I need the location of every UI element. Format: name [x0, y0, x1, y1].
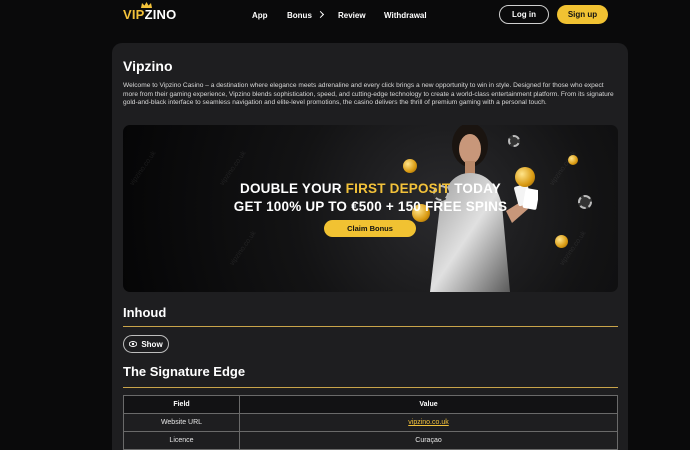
intro-paragraph: Welcome to Vipzino Casino – a destinatio… — [123, 82, 614, 107]
main-content-card: Vipzino Welcome to Vipzino Casino – a de… — [112, 43, 628, 450]
nav-app-label: App — [252, 11, 268, 20]
logo-text-zino: ZINO — [144, 7, 177, 22]
crown-icon — [141, 2, 152, 8]
nav-review[interactable]: Review — [338, 11, 366, 20]
nav-withdrawal-label: Withdrawal — [384, 11, 427, 20]
table-header-value: Value — [239, 395, 618, 414]
table-header-field: Field — [123, 395, 240, 414]
website-url-link[interactable]: vipzino.co.uk — [408, 419, 448, 426]
promo-banner[interactable]: vipzino.co.uk vipzino.co.uk vipzino.co.u… — [123, 125, 618, 292]
section-divider — [123, 326, 618, 327]
page-title: Vipzino — [123, 58, 173, 74]
table-row: Website URL vipzino.co.uk — [123, 413, 618, 432]
chevron-right-icon — [316, 10, 324, 19]
coin-graphic — [568, 155, 578, 165]
banner-headline: DOUBLE YOUR FIRST DEPOSIT TODAY — [123, 181, 618, 196]
signup-button[interactable]: Sign up — [557, 5, 608, 24]
banner-headline-part: TODAY — [450, 181, 501, 196]
eye-icon — [129, 341, 138, 347]
section-heading: The Signature Edge — [123, 364, 246, 379]
coin-graphic — [403, 159, 417, 173]
toc-heading: Inhoud — [123, 305, 167, 320]
show-toc-button[interactable]: Show — [123, 335, 169, 353]
site-header: VIPZINO App Bonus Review Withdrawal Log … — [0, 0, 690, 34]
site-logo[interactable]: VIPZINO — [123, 2, 177, 22]
logo-text-vip: VIP — [123, 7, 145, 22]
watermark-text: vipzino.co.uk — [228, 229, 258, 268]
info-table: Field Value Website URL vipzino.co.uk Li… — [123, 395, 618, 450]
table-cell-field: Website URL — [123, 413, 240, 432]
nav-bonus[interactable]: Bonus — [287, 10, 324, 20]
table-cell-value: Curaçao — [239, 431, 618, 450]
show-toc-label: Show — [141, 339, 163, 349]
nav-review-label: Review — [338, 11, 366, 20]
banner-headline-part: DOUBLE YOUR — [240, 181, 346, 196]
claim-bonus-button[interactable]: Claim Bonus — [324, 220, 416, 237]
banner-offer-details: 100% UP TO €500 + 150 FREE SPINS — [266, 199, 508, 214]
login-button[interactable]: Log in — [499, 5, 549, 24]
coin-graphic — [555, 235, 568, 248]
table-header-row: Field Value — [123, 395, 618, 414]
table-cell-field: Licence — [123, 431, 240, 450]
banner-offer: GET 100% UP TO €500 + 150 FREE SPINS — [123, 199, 618, 214]
banner-headline-highlight: FIRST DEPOSIT — [345, 181, 451, 196]
banner-offer-part: GET — [233, 199, 267, 214]
casino-chip-graphic — [508, 135, 520, 147]
table-cell-value: vipzino.co.uk — [239, 413, 618, 432]
table-row: Licence Curaçao — [123, 431, 618, 450]
nav-withdrawal[interactable]: Withdrawal — [384, 11, 427, 20]
section-divider — [123, 387, 618, 388]
nav-bonus-label: Bonus — [287, 11, 312, 20]
nav-app[interactable]: App — [252, 11, 268, 20]
